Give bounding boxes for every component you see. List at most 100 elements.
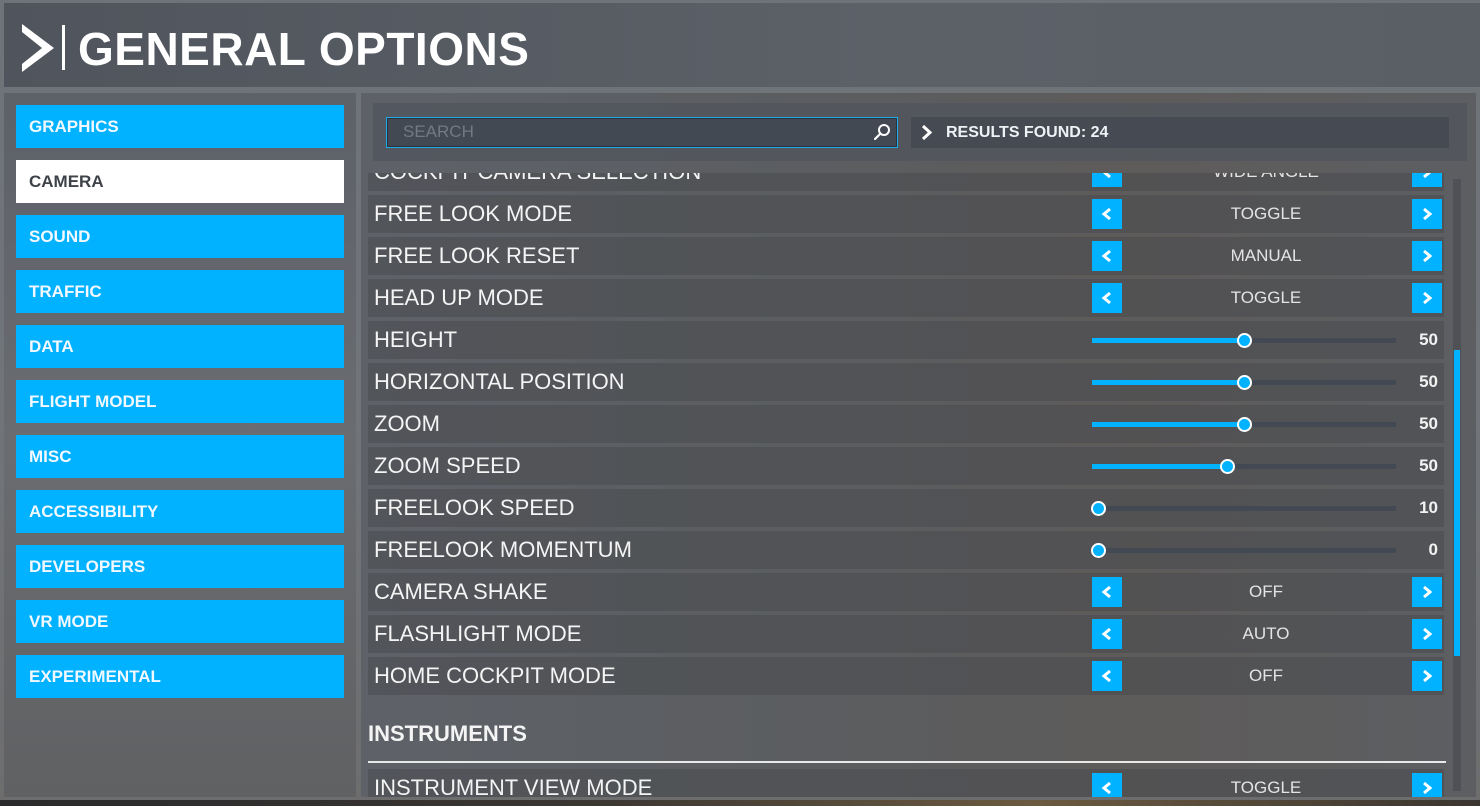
setting-row-home-cockpit-mode[interactable]: HOME COCKPIT MODE OFF [368, 657, 1444, 695]
slider-track[interactable] [1092, 375, 1396, 390]
previous-option-button[interactable] [1092, 199, 1122, 229]
slider-fill [1092, 338, 1244, 343]
setting-row-height[interactable]: HEIGHT 50 [368, 321, 1444, 359]
sidebar-item-sound[interactable]: SOUND [16, 215, 344, 258]
scrollbar-thumb[interactable] [1454, 350, 1460, 657]
chevron-right-icon [1423, 173, 1432, 179]
slider-track[interactable] [1092, 333, 1396, 348]
setting-row-camera-shake[interactable]: CAMERA SHAKE OFF [368, 573, 1444, 611]
sidebar-item-misc[interactable]: MISC [16, 435, 344, 478]
slider-value: 10 [1419, 498, 1438, 517]
slider-handle[interactable] [1220, 459, 1236, 474]
setting-row-free-look-mode[interactable]: FREE LOOK MODE TOGGLE [368, 195, 1444, 233]
setting-label: HEAD UP MODE [374, 285, 544, 310]
slider-fill [1092, 464, 1228, 469]
setting-row-zoom-speed[interactable]: ZOOM SPEED 50 [368, 447, 1444, 485]
sidebar-item-developers[interactable]: DEVELOPERS [16, 545, 344, 588]
setting-label: HEIGHT [374, 327, 458, 352]
search-input[interactable]: SEARCH [386, 117, 898, 148]
category-sidebar: GRAPHICS CAMERA SOUND TRAFFIC DATA FLIGHT MOD… [4, 93, 356, 797]
sidebar-item-data[interactable]: DATA [16, 325, 344, 368]
slider-value: 0 [1428, 540, 1438, 559]
previous-option-button[interactable] [1092, 773, 1122, 797]
slider-track[interactable] [1092, 459, 1396, 474]
next-option-button[interactable] [1412, 173, 1442, 187]
setting-label: INSTRUMENT VIEW MODE [374, 775, 653, 797]
setting-label: CAMERA SHAKE [374, 579, 548, 604]
previous-option-button[interactable] [1092, 241, 1122, 271]
chevron-left-icon [1101, 585, 1111, 599]
next-option-button[interactable] [1412, 199, 1442, 229]
scrollbar[interactable] [1453, 179, 1461, 791]
setting-row-instrument-view-mode[interactable]: INSTRUMENT VIEW MODE TOGGLE [368, 769, 1444, 797]
setting-row-freelook-momentum[interactable]: FREELOOK MOMENTUM 0 [368, 531, 1444, 569]
option-value: WIDE ANGLE [1128, 173, 1404, 191]
slider-handle[interactable] [1237, 417, 1252, 432]
slider-handle[interactable] [1237, 375, 1252, 390]
slider-track[interactable] [1091, 501, 1396, 516]
chevron-left-icon [1101, 781, 1111, 795]
settings-list: COCKPIT CAMERA SELECTION WIDE ANGLE FREE L… [361, 173, 1453, 797]
slider-fill [1092, 422, 1244, 427]
slider-track[interactable] [1092, 417, 1396, 432]
chevron-left-icon [1101, 249, 1111, 263]
next-option-button[interactable] [1412, 283, 1442, 313]
setting-label: FREE LOOK RESET [374, 243, 580, 268]
chevron-left-icon [1101, 627, 1111, 641]
chevron-left-icon [1101, 207, 1111, 221]
slider-value: 50 [1419, 456, 1438, 475]
chevron-right-icon [1423, 669, 1433, 683]
slider-fill [1092, 380, 1244, 385]
setting-label: COCKPIT CAMERA SELECTION [374, 173, 701, 191]
section-divider [368, 761, 1446, 763]
search-icon[interactable] [873, 123, 891, 141]
sidebar-item-vr-mode[interactable]: VR MODE [16, 600, 344, 643]
options-window: GENERAL OPTIONS GRAPHICS CAMERA SOUND TRAFF… [0, 0, 1480, 800]
sidebar-item-flight-model[interactable]: FLIGHT MODEL [16, 380, 344, 423]
setting-row-freelook-speed[interactable]: FREELOOK SPEED 10 [368, 489, 1444, 527]
next-option-button[interactable] [1412, 661, 1442, 691]
next-option-button[interactable] [1412, 241, 1442, 271]
results-indicator: RESULTS FOUND: 24 [911, 117, 1449, 148]
next-option-button[interactable] [1412, 773, 1442, 797]
slider-value: 50 [1419, 414, 1438, 433]
previous-option-button[interactable] [1092, 577, 1122, 607]
sidebar-item-graphics[interactable]: GRAPHICS [16, 105, 344, 148]
slider-value: 50 [1419, 372, 1438, 391]
next-option-button[interactable] [1412, 577, 1442, 607]
previous-option-button[interactable] [1092, 619, 1122, 649]
sidebar-item-accessibility[interactable]: ACCESSIBILITY [16, 490, 344, 533]
setting-label: HOME COCKPIT MODE [374, 663, 616, 688]
setting-label: FLASHLIGHT MODE [374, 621, 582, 646]
slider-value: 50 [1419, 330, 1438, 349]
option-value: TOGGLE [1230, 204, 1302, 223]
previous-option-button[interactable] [1092, 173, 1122, 187]
previous-option-button[interactable] [1092, 661, 1122, 691]
slider-handle[interactable] [1091, 501, 1107, 516]
setting-row-flashlight-mode[interactable]: FLASHLIGHT MODE AUTO [368, 615, 1444, 653]
option-value: OFF [1249, 582, 1283, 601]
setting-label: FREELOOK SPEED [374, 495, 575, 520]
setting-label: ZOOM SPEED [374, 453, 521, 478]
setting-row-cockpit-camera-selection[interactable]: COCKPIT CAMERA SELECTION WIDE ANGLE [368, 173, 1444, 191]
sidebar-item-experimental[interactable]: EXPERIMENTAL [16, 655, 344, 698]
chevron-right-icon [1423, 781, 1433, 795]
setting-row-horizontal-position[interactable]: HORIZONTAL POSITION 50 [368, 363, 1444, 401]
option-value: OFF [1249, 666, 1283, 685]
chevron-right-icon [1423, 249, 1433, 263]
slider-track[interactable] [1091, 543, 1396, 558]
next-option-button[interactable] [1412, 619, 1442, 649]
setting-row-zoom[interactable]: ZOOM 50 [368, 405, 1444, 443]
previous-option-button[interactable] [1092, 283, 1122, 313]
sidebar-item-traffic[interactable]: TRAFFIC [16, 270, 344, 313]
chevron-left-icon [1102, 173, 1111, 179]
sidebar-item-camera[interactable]: CAMERA [16, 160, 344, 203]
slider-handle[interactable] [1091, 543, 1107, 558]
chevron-right-icon [22, 24, 54, 72]
setting-row-free-look-reset[interactable]: FREE LOOK RESET MANUAL [368, 237, 1444, 275]
option-value: TOGGLE [1230, 778, 1302, 797]
chevron-right-icon [1423, 627, 1433, 641]
option-value: AUTO [1242, 624, 1290, 643]
setting-row-head-up-mode[interactable]: HEAD UP MODE TOGGLE [368, 279, 1444, 317]
slider-handle[interactable] [1237, 333, 1252, 348]
